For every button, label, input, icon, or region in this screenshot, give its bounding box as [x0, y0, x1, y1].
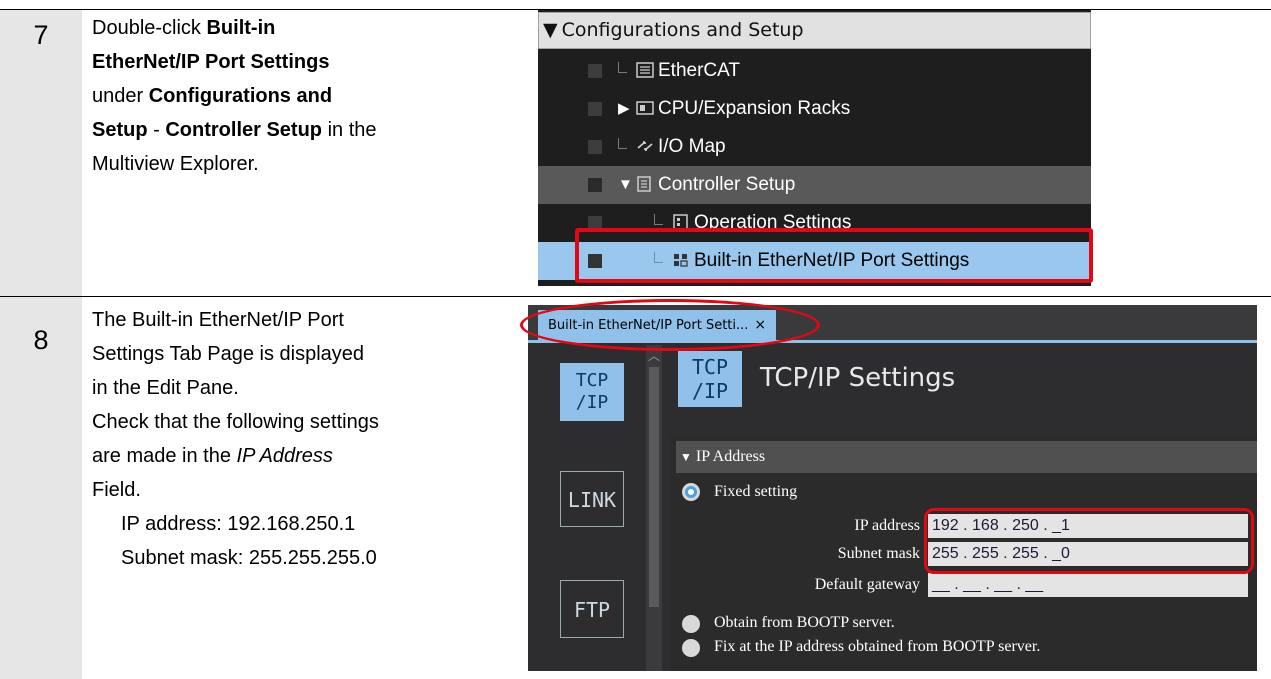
desc-text: Settings Tab Page is displayed [92, 343, 365, 365]
desc-text: Double-click [92, 17, 207, 39]
tree-item-label: CPU/Expansion Racks [658, 98, 851, 119]
ftp-nav-button[interactable]: FTP [560, 580, 624, 638]
desc-text: The Built-in EtherNet/IP Port [92, 309, 344, 331]
desc-text: Subnet mask: 255.255.255.0 [121, 547, 377, 569]
status-square-icon [588, 140, 602, 154]
configurations-setup-header[interactable]: ▼ Configurations and Setup [538, 12, 1091, 49]
desc-text: IP address: 192.168.250.1 [121, 513, 356, 535]
io-map-icon [637, 141, 653, 151]
tcp-ip-icon: TCP/IP [678, 351, 742, 407]
tree-item-cpu-racks[interactable]: ▶ CPU/Expansion Racks [538, 90, 1091, 128]
tree-item-label: Controller Setup [658, 174, 796, 195]
fix-bootp-radio[interactable] [682, 639, 700, 657]
tree-item-label: EtherCAT [658, 60, 741, 81]
vertical-scrollbar[interactable]: ︿ [646, 345, 662, 671]
expand-arrow-icon[interactable]: ▶ [618, 90, 630, 128]
scrollbar-thumb[interactable] [649, 367, 659, 607]
step-number: 7 [33, 20, 49, 50]
fixed-setting-radio[interactable] [682, 483, 700, 501]
step-number-column [0, 10, 82, 296]
desc-text: Multiview Explorer. [92, 153, 259, 175]
section-label: IP Address [695, 448, 766, 465]
fix-bootp-label: Fix at the IP address obtained from BOOT… [714, 638, 1041, 655]
desc-bold: Setup [92, 119, 148, 141]
status-square-icon [588, 102, 602, 116]
highlight-box [924, 508, 1254, 574]
desc-bold: Built-in [206, 17, 276, 39]
step-description: The Built-in EtherNet/IP Port Settings T… [92, 303, 379, 575]
table-row-divider [0, 296, 1271, 297]
tree-item-controller-setup[interactable]: ▼ Controller Setup [538, 166, 1091, 204]
desc-text: - [147, 119, 166, 141]
desc-text: in the Edit Pane. [92, 377, 239, 399]
highlight-box [575, 228, 1093, 283]
default-gateway-label: Default gateway [814, 576, 920, 593]
fixed-setting-label: Fixed setting [714, 483, 798, 500]
tab-highlight-ellipse [520, 299, 820, 351]
tcp-ip-nav-button[interactable]: TCP/IP [560, 363, 624, 421]
tree-header-label: Configurations and Setup [561, 19, 804, 41]
tree-connector-icon [654, 214, 663, 225]
desc-bold: Controller Setup [165, 119, 323, 141]
tree-item-ethercat[interactable]: EtherCAT [538, 52, 1091, 90]
collapse-triangle-icon[interactable]: ▼ [680, 450, 692, 464]
collapse-triangle-icon[interactable]: ▼ [543, 13, 558, 48]
desc-text: Field. [92, 479, 141, 501]
status-square-icon [588, 64, 602, 78]
edit-pane-screenshot: Built-in EtherNet/IP Port Setti... × TCP /… [528, 305, 1257, 671]
tree-connector-icon [618, 138, 627, 149]
desc-bold: Configurations and [148, 85, 333, 107]
default-gateway-field[interactable]: __ . __ . __ . __ [928, 573, 1248, 597]
status-square-icon [588, 178, 602, 192]
tree-connector-icon [618, 62, 627, 73]
ip-address-section-header[interactable]: ▼ IP Address [676, 441, 1257, 473]
desc-italic: IP Address [236, 445, 333, 467]
desc-text: in the [322, 119, 377, 141]
desc-text: Check that the following settings [92, 411, 379, 433]
subnet-mask-label: Subnet mask [837, 545, 920, 562]
bootp-label: Obtain from BOOTP server. [714, 614, 895, 631]
desc-text: are made in the [92, 445, 237, 467]
step-number: 8 [33, 325, 49, 355]
collapse-arrow-icon[interactable]: ▼ [618, 166, 633, 204]
link-nav-button[interactable]: LINK [560, 471, 624, 527]
ethercat-icon [636, 62, 654, 78]
step-description: Double-click Built-in EtherNet/IP Port S… [92, 11, 377, 181]
bootp-radio[interactable] [682, 615, 700, 633]
tree-item-label: I/O Map [658, 136, 726, 157]
cpu-rack-icon [636, 101, 654, 115]
desc-bold: EtherNet/IP Port Settings [92, 51, 330, 73]
desc-text: under [92, 85, 149, 107]
controller-setup-icon [637, 176, 651, 192]
tree-item-io-map[interactable]: I/O Map [538, 128, 1091, 166]
page-title: TCP/IP Settings [760, 363, 956, 393]
ip-address-label: IP address [854, 517, 920, 534]
